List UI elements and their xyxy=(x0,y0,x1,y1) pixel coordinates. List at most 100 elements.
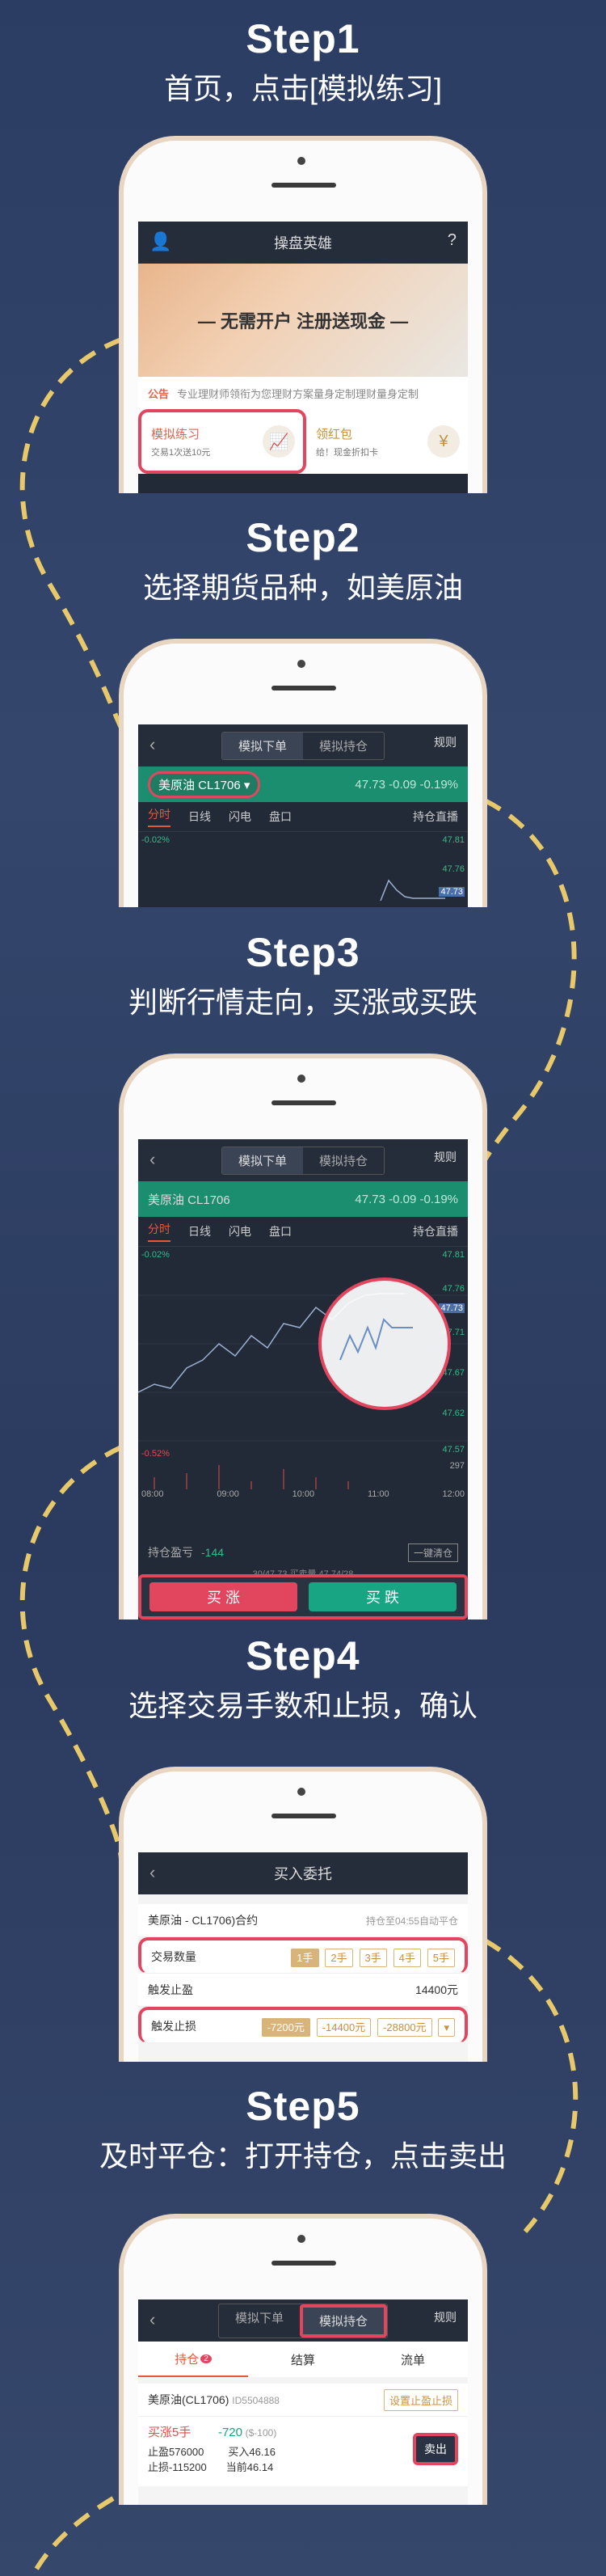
tab-daily[interactable]: 日线 xyxy=(188,1223,211,1239)
time-0: 08:00 xyxy=(141,1489,164,1499)
tab-holdings[interactable]: 持仓 2 xyxy=(138,2342,248,2377)
rules-link[interactable]: 规则 xyxy=(434,1149,457,1165)
notice-text: 专业理财师领衔为您理财方案量身定制理财量身定制 xyxy=(177,387,419,400)
stop-dropdown-icon[interactable]: ▾ xyxy=(438,2017,455,2037)
step-title: Step3 xyxy=(246,930,360,975)
card-title: 模拟练习 xyxy=(151,427,200,441)
set-tp-sl-button[interactable]: 设置止盈止损 xyxy=(383,2388,458,2411)
buy-down-button[interactable]: 买 跌 xyxy=(309,1582,457,1611)
qty-option-3[interactable]: 3手 xyxy=(359,1948,387,1967)
instrument-selector[interactable]: 美原油 CL1706 ▾ xyxy=(148,771,261,798)
price-text: 47.73 -0.09 -0.19% xyxy=(355,777,458,792)
tab-order[interactable]: 模拟下单 xyxy=(221,1147,303,1174)
step-description: 选择交易手数和止损，确认 xyxy=(128,1689,478,1722)
tab-flash[interactable]: 闪电 xyxy=(229,809,251,825)
stop-option-3[interactable]: -28800元 xyxy=(377,2017,432,2037)
tab-orderbook[interactable]: 盘口 xyxy=(269,1223,292,1239)
qty-option-4[interactable]: 4手 xyxy=(393,1948,421,1967)
user-icon[interactable]: 👤 xyxy=(149,231,171,252)
close-all-button[interactable]: 一键清仓 xyxy=(407,1543,458,1562)
notice-tag: 公告 xyxy=(148,387,170,400)
tab-position[interactable]: 模拟持仓 xyxy=(303,1147,384,1174)
pnl-row: 持仓盈亏 -144 一键清仓 xyxy=(138,1538,468,1567)
phone-mockup-2: ‹ 模拟下单 模拟持仓 规则 美原油 CL1706 ▾ 47.73 -0.09 … xyxy=(119,639,487,907)
notice-bar[interactable]: 公告 专业理财师领衔为您理财方案量身定制理财量身定制 xyxy=(138,377,468,409)
position-header: 美原油(CL1706) ID5504888 设置止盈止损 xyxy=(138,2384,468,2417)
step-description: 判断行情走向，买涨或买跌 xyxy=(128,986,478,1019)
position-contract: 美原油(CL1706) xyxy=(148,2393,229,2406)
mini-chart: -0.02% 47.81 47.76 47.73 xyxy=(138,832,468,905)
tab-position[interactable]: 模拟持仓 xyxy=(303,733,384,759)
take-profit: 止盈576000 xyxy=(148,2446,204,2458)
tab-minute[interactable]: 分时 xyxy=(148,1221,170,1242)
order-screen: ‹ 买入委托 美原油 - CL1706)合约 持仓至04:55自动平仓 交易数量… xyxy=(138,1852,468,2062)
price-text: 47.73 -0.09 -0.19% xyxy=(355,1192,458,1206)
tab-order[interactable]: 模拟下单 xyxy=(221,732,303,759)
trigger-label: 触发止盈 xyxy=(148,1983,193,1996)
step-4-heading: Step4 选择交易手数和止损，确认 xyxy=(0,1632,606,1725)
phone-mockup-3: ‹ 模拟下单 模拟持仓 规则 美原油 CL1706 47.73 -0.09 -0… xyxy=(119,1054,487,1620)
help-icon[interactable]: ? xyxy=(448,231,457,250)
step-1-heading: Step1 首页，点击[模拟练习] xyxy=(0,15,606,108)
trade-header: ‹ 模拟下单 模拟持仓 规则 xyxy=(138,1139,468,1181)
tab-position[interactable]: 模拟持仓 xyxy=(300,2304,388,2337)
position-pnl-sub: ($-100) xyxy=(245,2427,277,2439)
back-icon[interactable]: ‹ xyxy=(149,734,155,755)
quantity-row: 交易数量 1手 2手 3手 4手 5手 xyxy=(138,1937,468,1974)
tab-settlement[interactable]: 结算 xyxy=(248,2342,358,2377)
tab-daily[interactable]: 日线 xyxy=(188,809,211,825)
time-3: 11:00 xyxy=(367,1489,389,1499)
stop-option-1[interactable]: -7200元 xyxy=(261,2017,310,2037)
phone-mockup-5: ‹ 模拟下单 模拟持仓 规则 持仓 2 结算 流单 美原油(CL1706) ID5… xyxy=(119,2214,487,2505)
qty-options: 1手 2手 3手 4手 5手 xyxy=(288,1948,455,1967)
tab-live[interactable]: 持仓直播 xyxy=(413,1223,458,1239)
camera-icon xyxy=(297,157,305,165)
tab-order[interactable]: 模拟下单 xyxy=(219,2304,300,2337)
stop-label: 触发止损 xyxy=(151,2020,196,2033)
step-5-heading: Step5 及时平仓：打开持仓，点击卖出 xyxy=(0,2082,606,2176)
sell-button[interactable]: 卖出 xyxy=(413,2433,458,2465)
tab-orderbook[interactable]: 盘口 xyxy=(269,809,292,825)
app-title: 操盘英雄 xyxy=(274,235,332,251)
step-description: 选择期货品种，如美原油 xyxy=(142,571,463,604)
qty-option-1[interactable]: 1手 xyxy=(291,1948,319,1967)
stop-options: -7200元 -14400元 -28800元 ▾ xyxy=(259,2017,455,2037)
rules-link[interactable]: 规则 xyxy=(434,734,457,750)
tab-orders[interactable]: 流单 xyxy=(358,2342,468,2377)
quote-bar: 美原油 CL1706 ▾ 47.73 -0.09 -0.19% xyxy=(138,766,468,802)
tab-flash[interactable]: 闪电 xyxy=(229,1223,251,1239)
back-icon[interactable]: ‹ xyxy=(149,2309,155,2330)
promo-banner[interactable]: — 无需开户 注册送现金 — xyxy=(138,264,468,377)
qty-option-5[interactable]: 5手 xyxy=(427,1948,455,1967)
tab-minute[interactable]: 分时 xyxy=(148,806,170,827)
stop-option-2[interactable]: -14400元 xyxy=(316,2017,372,2037)
instrument-label[interactable]: 美原油 CL1706 xyxy=(148,1191,230,1208)
intraday-chart: -0.02% -0.52% 47.81 47.76 47.73 47.71 47… xyxy=(138,1247,468,1538)
trade-screen: ‹ 模拟下单 模拟持仓 规则 美原油 CL1706 ▾ 47.73 -0.09 … xyxy=(138,724,468,907)
buy-up-button[interactable]: 买 涨 xyxy=(149,1582,297,1611)
zoom-highlight-circle xyxy=(318,1277,451,1410)
simulated-trading-card[interactable]: 模拟练习 交易1次送10元 📈 xyxy=(138,409,306,474)
current-price: 当前46.14 xyxy=(225,2461,274,2473)
buy-sell-bar: 买 涨 买 跌 xyxy=(138,1574,468,1620)
card-subtitle: 给！现金折扣卡 xyxy=(316,447,378,458)
step-description: 及时平仓：打开持仓，点击卖出 xyxy=(99,2139,507,2173)
step-title: Step1 xyxy=(246,16,360,61)
rules-link[interactable]: 规则 xyxy=(434,2309,457,2325)
back-icon[interactable]: ‹ xyxy=(149,1149,155,1170)
position-tabs: 持仓 2 结算 流单 xyxy=(138,2342,468,2377)
feature-cards: 模拟练习 交易1次送10元 📈 领红包 给！现金折扣卡 ¥ xyxy=(138,409,468,474)
trade-header: ‹ 模拟下单 模拟持仓 规则 xyxy=(138,2299,468,2342)
tab-label: 持仓 xyxy=(175,2352,200,2367)
chart-tabs: 分时 日线 闪电 盘口 持仓直播 xyxy=(138,1217,468,1247)
qty-label: 交易数量 xyxy=(151,1950,196,1963)
red-packet-card[interactable]: 领红包 给！现金折扣卡 ¥ xyxy=(306,409,468,474)
banner-text: — 无需开户 注册送现金 — xyxy=(197,311,409,332)
buy-price: 买入46.16 xyxy=(228,2446,276,2458)
camera-icon xyxy=(297,2235,305,2243)
time-1: 09:00 xyxy=(217,1489,239,1499)
qty-option-2[interactable]: 2手 xyxy=(325,1948,353,1967)
tab-live[interactable]: 持仓直播 xyxy=(413,809,458,825)
back-icon[interactable]: ‹ xyxy=(149,1862,155,1883)
phone-mockup-1: 👤 操盘英雄 ? — 无需开户 注册送现金 — 公告 专业理财师领衔为您理财方案… xyxy=(119,136,487,493)
